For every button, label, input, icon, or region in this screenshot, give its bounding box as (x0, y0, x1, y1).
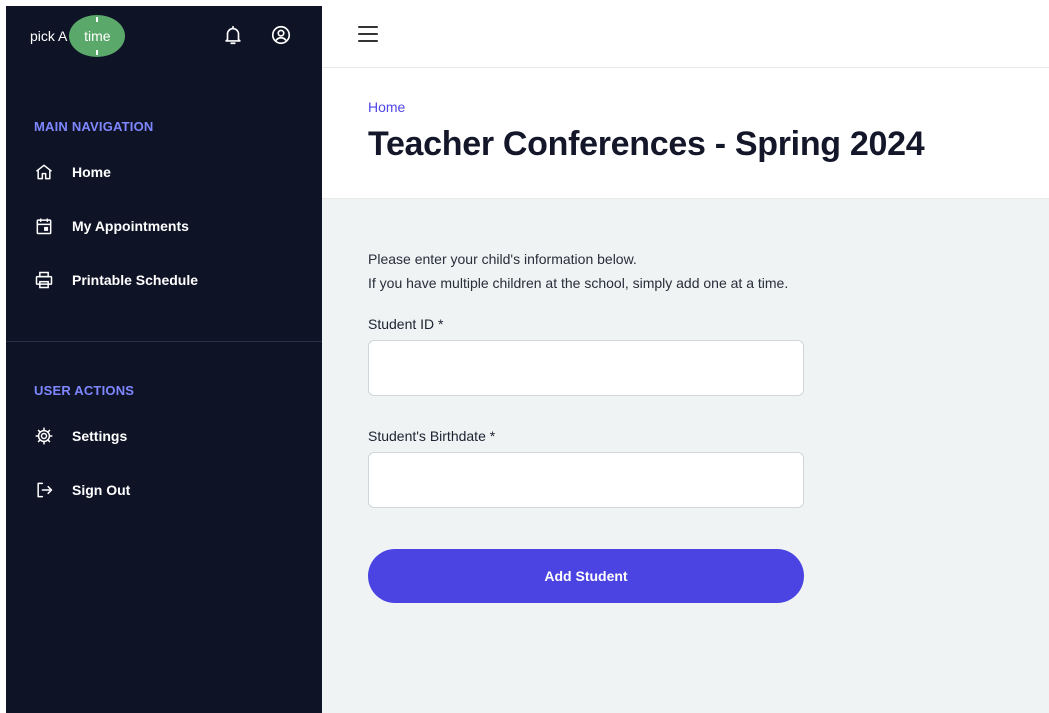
sidebar-item-sign-out[interactable]: Sign Out (34, 463, 294, 517)
logo-clock: time (69, 15, 126, 57)
sidebar-item-label: Printable Schedule (72, 272, 199, 288)
breadcrumb-home[interactable]: Home (368, 99, 1049, 115)
gear-icon (34, 426, 54, 446)
sign-out-icon (34, 480, 54, 500)
page-title: Teacher Conferences - Spring 2024 (368, 125, 925, 163)
sidebar-item-settings[interactable]: Settings (34, 409, 294, 463)
app-root: pick A time MAIN NAVIGATION Home My Appo… (0, 0, 1049, 713)
form-area: Please enter your child's information be… (322, 199, 1049, 713)
sidebar-divider (6, 341, 322, 342)
main-navigation-title: MAIN NAVIGATION (34, 119, 154, 134)
main-content: Home Teacher Conferences - Spring 2024 P… (322, 0, 1049, 713)
sidebar-item-printable-schedule[interactable]: Printable Schedule (34, 253, 294, 307)
user-actions-title: USER ACTIONS (34, 383, 135, 398)
logo[interactable]: pick A time (30, 15, 126, 57)
home-icon (34, 162, 54, 182)
main-navigation: MAIN NAVIGATION Home My Appointments Pri… (6, 117, 322, 307)
hamburger-menu-icon[interactable] (358, 25, 378, 42)
birthdate-label: Student's Birthdate * (368, 428, 496, 444)
sidebar-item-home[interactable]: Home (34, 145, 294, 199)
bell-icon[interactable] (222, 24, 244, 46)
sidebar: pick A time MAIN NAVIGATION Home My Appo… (6, 6, 322, 713)
top-bar (322, 0, 1049, 68)
logo-text: pick A (30, 28, 68, 44)
sidebar-header: pick A time (6, 6, 322, 66)
sidebar-item-label: Sign Out (72, 482, 131, 498)
add-student-button[interactable]: Add Student (368, 549, 804, 603)
sidebar-item-label: My Appointments (72, 218, 189, 234)
student-id-label: Student ID * (368, 316, 444, 332)
page-header: Home Teacher Conferences - Spring 2024 (322, 68, 1049, 199)
student-id-input[interactable] (368, 340, 804, 396)
intro-line-1: Please enter your child's information be… (368, 251, 637, 267)
sidebar-item-label: Settings (72, 428, 128, 444)
printer-icon (34, 270, 54, 290)
intro-text: Please enter your child's information be… (368, 247, 808, 295)
user-actions: USER ACTIONS Settings Sign Out (6, 381, 322, 517)
calendar-icon (34, 216, 54, 236)
birthdate-input[interactable] (368, 452, 804, 508)
user-account-icon[interactable] (270, 24, 292, 46)
sidebar-item-my-appointments[interactable]: My Appointments (34, 199, 294, 253)
sidebar-item-label: Home (72, 164, 111, 180)
intro-line-2: If you have multiple children at the sch… (368, 275, 789, 291)
